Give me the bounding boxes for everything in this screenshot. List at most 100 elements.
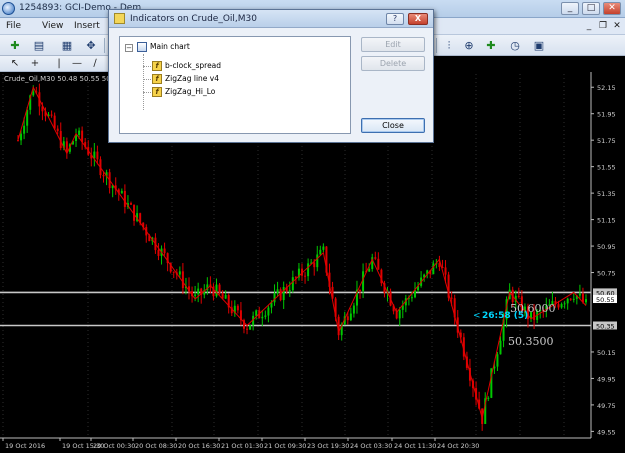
indicator-tree: − Main chart f b-clock_spread f ZigZag l… <box>119 36 351 134</box>
time-label: 24 Oct 20:30 <box>437 442 479 450</box>
candle-body <box>349 313 352 321</box>
candle-body <box>163 248 166 254</box>
chart-symbol-label: Crude_Oil,M30 50.48 50.55 50.48 <box>4 75 122 83</box>
period-clock-icon[interactable]: ◷ <box>506 37 524 54</box>
candle-body <box>53 115 56 129</box>
bar-chart-icon[interactable]: ⫶ <box>440 37 458 54</box>
candle-body <box>236 305 239 311</box>
candle-body <box>178 271 181 275</box>
toolbar-separator <box>104 38 105 53</box>
horizontal-line-icon[interactable]: — <box>70 56 84 71</box>
candle-body <box>194 294 197 297</box>
price-label: 51.35 <box>597 190 616 198</box>
price-label: 49.55 <box>597 428 616 436</box>
templates-icon[interactable]: ▣ <box>530 37 548 54</box>
candle-body <box>264 315 267 317</box>
candle-body <box>560 304 563 308</box>
candle-body <box>307 263 310 277</box>
candle-body <box>20 133 23 141</box>
edit-button[interactable]: Edit <box>361 37 425 52</box>
crosshair-icon[interactable]: + <box>28 56 42 71</box>
crosshair-move-icon[interactable]: ✥ <box>82 37 100 54</box>
tree-node-label: ZigZag line v4 <box>165 74 219 83</box>
time-label: 19 Oct 2016 <box>5 442 45 450</box>
indicators-icon[interactable]: ✚ <box>482 37 500 54</box>
maximize-button[interactable]: □ <box>582 2 600 15</box>
tree-connector <box>143 66 151 67</box>
menu-insert[interactable]: Insert <box>74 21 100 31</box>
dialog-help-button[interactable]: ? <box>386 13 404 25</box>
minimize-button[interactable]: _ <box>561 2 579 15</box>
candle-body <box>304 275 307 277</box>
candle-body <box>496 354 499 367</box>
close-button[interactable]: Close <box>361 118 425 133</box>
candle-body <box>563 303 566 305</box>
price-label: 50.75 <box>597 270 616 278</box>
candle-body <box>368 268 371 272</box>
trendline-icon[interactable]: ∕ <box>88 56 102 71</box>
app-globe-icon <box>2 2 15 15</box>
close-window-button[interactable]: ✕ <box>603 2 621 15</box>
menu-file[interactable]: File <box>6 21 21 31</box>
candle-body <box>102 175 105 177</box>
dialog-title: Indicators on Crude_Oil,M30 <box>130 14 257 24</box>
menu-view[interactable]: View <box>42 21 63 31</box>
candle-body <box>352 305 355 314</box>
candle-body <box>255 310 258 316</box>
candle-body <box>276 289 279 294</box>
mdi-restore-button[interactable]: ❐ <box>597 20 609 32</box>
candle-body <box>557 304 560 308</box>
candle-body <box>129 203 132 205</box>
indicator-function-icon: f <box>152 61 162 71</box>
candle-body <box>398 309 401 319</box>
candle-body <box>157 250 160 256</box>
dialog-close-x-button[interactable]: X <box>408 13 428 25</box>
price-label: 52.15 <box>597 84 616 92</box>
new-chart-icon[interactable]: ✚ <box>6 37 24 54</box>
mdi-minimize-button[interactable]: _ <box>583 20 595 32</box>
candle-body <box>17 140 19 142</box>
countdown-timer: 26:58 (5) <box>482 311 528 321</box>
time-label: 21 Oct 09:30 <box>264 442 306 450</box>
indicator-function-icon: f <box>152 74 162 84</box>
candle-body <box>316 254 319 268</box>
candle-body <box>346 316 349 321</box>
vertical-line-icon[interactable]: | <box>52 56 66 71</box>
candle-body <box>261 316 264 319</box>
candle-body <box>78 130 81 135</box>
terminal-window: 1254893: GCI-Demo - Dem _ □ ✕ File View … <box>0 0 625 453</box>
delete-button[interactable]: Delete <box>361 56 425 71</box>
lower-level-text: 50.3500 <box>508 335 554 348</box>
time-label: 20 Oct 16:30 <box>178 442 220 450</box>
candle-body <box>432 263 435 275</box>
cursor-icon[interactable]: ↖ <box>8 56 22 71</box>
candle-body <box>359 289 362 292</box>
price-label: 50.95 <box>597 243 616 251</box>
time-label: 20 Oct 08:30 <box>135 442 177 450</box>
candle-body <box>288 290 291 292</box>
candle-body <box>123 190 126 207</box>
candle-body <box>32 91 35 96</box>
candle-body <box>444 267 447 275</box>
zoom-in-icon[interactable]: ⊕ <box>460 37 478 54</box>
candle-body <box>322 246 325 250</box>
candle-body <box>291 277 294 291</box>
profiles-icon[interactable]: ▤ <box>30 37 48 54</box>
candle-body <box>65 141 68 152</box>
drawing-toolbar: ↖ + | — ∕ <box>0 56 110 72</box>
dialog-titlebar: Indicators on Crude_Oil,M30 ? X <box>109 10 433 28</box>
tree-connector <box>143 92 151 93</box>
tree-collapse-minus-icon[interactable]: − <box>125 44 133 52</box>
time-label: 24 Oct 03:30 <box>350 442 392 450</box>
tree-connector <box>143 54 144 110</box>
mdi-close-button[interactable]: ✕ <box>611 20 623 32</box>
toolbar-separator <box>436 38 437 53</box>
candle-body <box>50 114 53 116</box>
candle-body <box>410 297 413 299</box>
market-watch-icon[interactable]: ▦ <box>58 37 76 54</box>
price-label: 51.15 <box>597 217 616 225</box>
indicator-function-icon: f <box>152 87 162 97</box>
countdown-arrow: < <box>473 311 481 321</box>
tree-node-label: ZigZag_Hi_Lo <box>165 87 216 96</box>
candle-body <box>172 271 175 273</box>
